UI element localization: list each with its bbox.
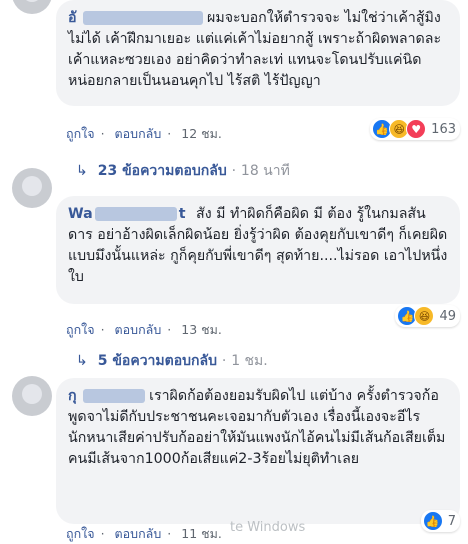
like-reaction-icon: 👍	[422, 511, 443, 531]
comment-actions: ถูกใจ · ตอบกลับ · 12 ชม.	[66, 126, 222, 141]
commenter-avatar[interactable]	[12, 168, 52, 208]
comment-text-line1: ผมจะบอกให้ตำรวจจะ	[207, 10, 341, 26]
like-link[interactable]: ถูกใจ	[66, 126, 95, 141]
comment-time[interactable]: 11 ชม.	[181, 526, 222, 541]
comment-text-line1: สัง มี ทำผิดก็คือผิด มี ต้อง	[196, 206, 352, 222]
reply-arrow-icon: ↳	[76, 353, 88, 369]
replies-time: 18 นาที	[240, 163, 290, 179]
activate-windows-watermark: te Windows	[230, 520, 306, 535]
like-link[interactable]: ถูกใจ	[66, 526, 95, 541]
haha-reaction-icon: 😆	[414, 306, 435, 326]
commenter-avatar[interactable]	[12, 376, 52, 416]
reaction-count: 49	[439, 308, 456, 324]
commenter-name[interactable]: อั	[68, 10, 77, 26]
reactions-summary[interactable]: 👍 😆 ♥ 163	[370, 118, 460, 140]
redacted-name	[82, 389, 145, 403]
comment-time[interactable]: 13 ชม.	[181, 322, 222, 337]
reactions-summary[interactable]: 👍 😆 49	[395, 305, 460, 327]
reply-arrow-icon: ↳	[76, 163, 88, 179]
reply-link[interactable]: ตอบกลับ	[115, 126, 162, 141]
redacted-name	[82, 11, 203, 25]
like-link[interactable]: ถูกใจ	[66, 322, 95, 337]
comment-actions: ถูกใจ · ตอบกลับ · 13 ชม.	[66, 322, 222, 337]
reaction-count: 163	[431, 121, 456, 137]
replies-time: 1 ชม.	[231, 353, 268, 369]
comment-text-line1: เราผิดก้อต้องยอมรับผิดไป แต่บ้าง	[149, 388, 353, 404]
love-reaction-icon: ♥	[406, 119, 427, 139]
comment-time[interactable]: 12 ชม.	[181, 126, 222, 141]
commenter-avatar[interactable]	[12, 0, 52, 14]
comment-actions: ถูกใจ · ตอบกลับ · 11 ชม.	[66, 526, 222, 541]
comment-bubble: อั ผมจะบอกให้ตำรวจจะ ไม่ใช่ว่าเค้าสู้มิง…	[56, 0, 460, 106]
reply-link[interactable]: ตอบกลับ	[115, 322, 162, 337]
view-replies-link[interactable]: ↳ 5 ข้อความตอบกลับ · 1 ชม.	[76, 350, 268, 372]
view-replies-link[interactable]: ↳ 23 ข้อความตอบกลับ · 18 นาที	[76, 160, 290, 182]
commenter-name[interactable]: Wa t	[68, 206, 186, 222]
comment-bubble: กุ เราผิดก้อต้องยอมรับผิดไป แต่บ้าง ครั้…	[56, 378, 460, 524]
reactions-summary[interactable]: 👍 7	[420, 510, 460, 532]
commenter-name[interactable]: กุ	[68, 388, 77, 404]
reply-link[interactable]: ตอบกลับ	[115, 526, 162, 541]
redacted-name	[94, 207, 177, 221]
comment-bubble: Wa t สัง มี ทำผิดก็คือผิด มี ต้อง รู้ในกม…	[56, 196, 460, 304]
reaction-count: 7	[447, 513, 456, 529]
